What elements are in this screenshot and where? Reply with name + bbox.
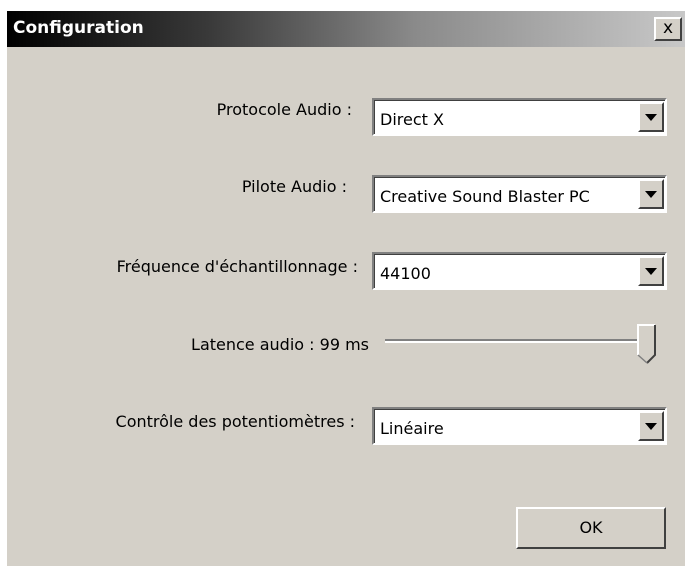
sample-rate-value: 44100 <box>380 264 431 283</box>
chevron-down-icon[interactable] <box>638 411 664 441</box>
chevron-down-icon[interactable] <box>638 256 664 286</box>
pot-control-select[interactable]: Linéaire <box>372 407 667 445</box>
sample-rate-select[interactable]: 44100 <box>372 252 667 290</box>
ok-button[interactable]: OK <box>516 507 666 549</box>
title-bar[interactable]: Configuration x <box>7 11 685 47</box>
chevron-down-icon[interactable] <box>638 179 664 209</box>
driver-value: Creative Sound Blaster PC <box>380 187 590 206</box>
driver-select[interactable]: Creative Sound Blaster PC <box>372 175 667 213</box>
pot-control-label: Contrôle des potentiomètres : <box>115 412 355 431</box>
close-button[interactable]: x <box>654 17 682 41</box>
close-icon: x <box>662 18 674 38</box>
latency-slider-track[interactable] <box>385 339 647 343</box>
sample-rate-label: Fréquence d'échantillonnage : <box>116 257 358 276</box>
chevron-down-icon[interactable] <box>638 102 664 132</box>
latency-label: Latence audio : 99 ms <box>191 335 369 354</box>
protocol-value: Direct X <box>380 110 444 129</box>
protocol-label: Protocole Audio : <box>216 100 352 119</box>
driver-label: Pilote Audio : <box>241 177 347 196</box>
latency-slider-thumb[interactable] <box>637 324 657 364</box>
pot-control-value: Linéaire <box>380 419 444 438</box>
window-title: Configuration <box>13 18 144 38</box>
protocol-select[interactable]: Direct X <box>372 98 667 136</box>
